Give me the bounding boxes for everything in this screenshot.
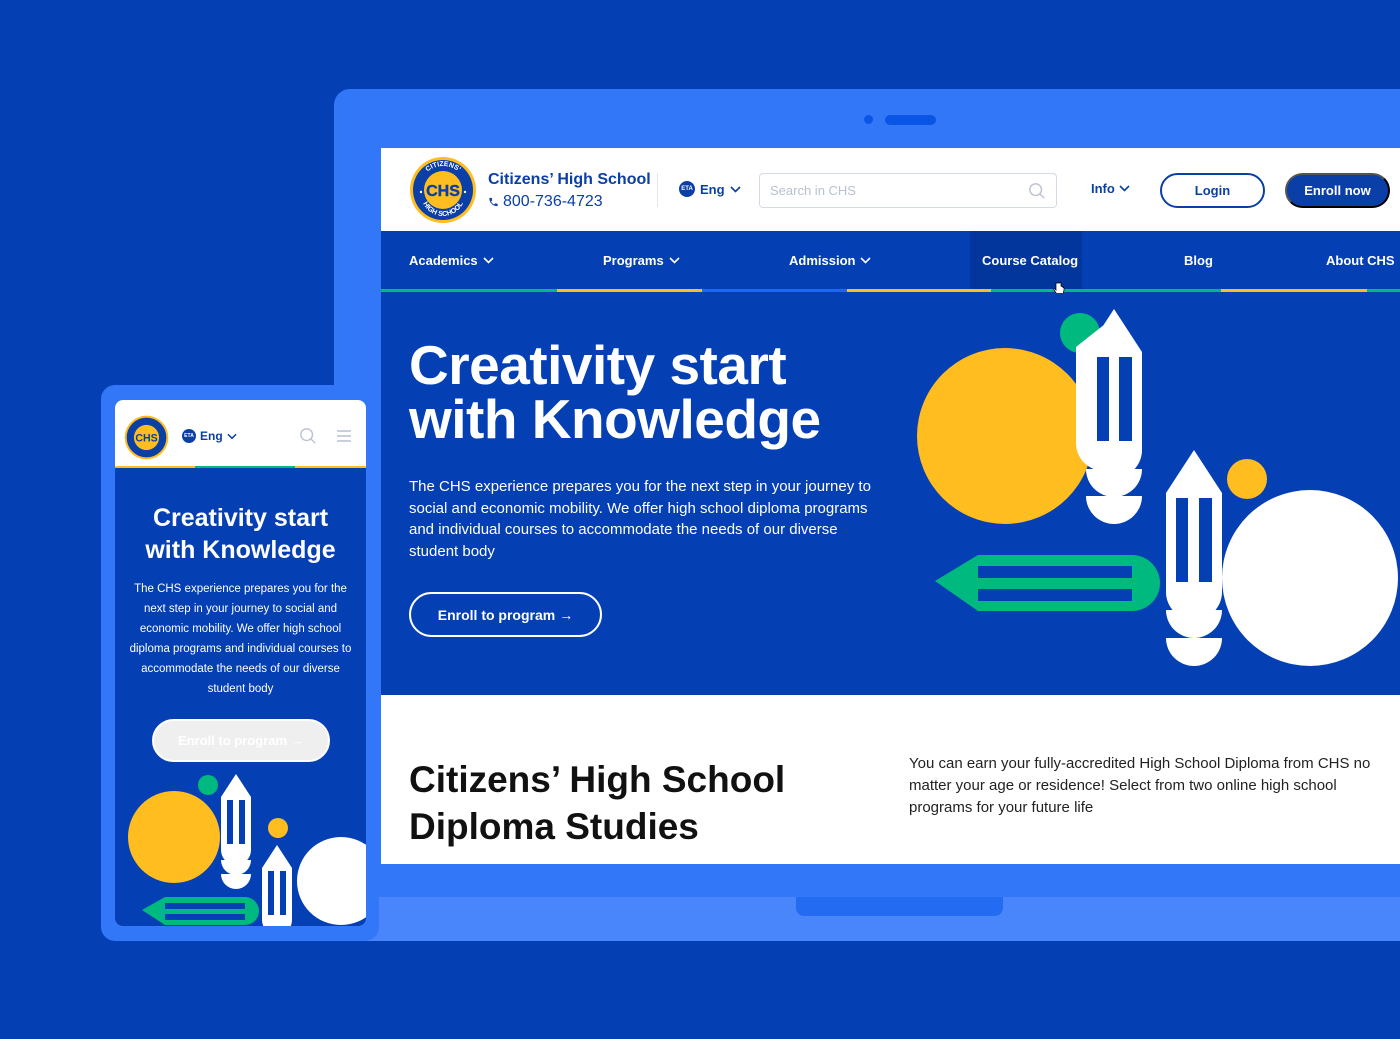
chs-logo[interactable]: CHS [124, 415, 169, 460]
studies-description: You can earn your fully-accredited High … [909, 755, 1371, 816]
camera-sensor-bar [885, 115, 936, 125]
mobile-header: CHS ETA Eng [115, 400, 366, 468]
globe-icon: ETA [182, 429, 196, 443]
nav-accent-line [702, 289, 847, 292]
header-accent-line [295, 466, 366, 468]
nav-blog[interactable]: Blog [1184, 231, 1213, 290]
language-selector[interactable]: ETA Eng [679, 181, 741, 197]
hero-title-line1: Creativity start [152, 504, 329, 532]
hero-section: Creativity start with Knowledge The CHS … [381, 293, 1400, 695]
search-input[interactable] [770, 183, 1028, 198]
hamburger-icon[interactable] [337, 430, 351, 442]
camera-icon [864, 115, 873, 124]
chs-logo[interactable]: CITIZENS' HIGH SCHOOL CHS [409, 156, 477, 224]
info-dropdown[interactable]: Info [1091, 181, 1130, 196]
site-header: CITIZENS' HIGH SCHOOL CHS Citizens’ High… [381, 148, 1400, 231]
chevron-down-icon [729, 185, 741, 193]
chevron-down-icon [669, 257, 680, 264]
hero-description: The CHS experience prepares you for the … [409, 478, 871, 561]
yellow-circle [917, 348, 1093, 524]
cta-label: Enroll to program [177, 733, 288, 748]
enroll-now-button[interactable]: Enroll now [1285, 173, 1390, 208]
green-dot [198, 775, 218, 795]
main-nav: Academics Programs Admission Course Cata… [381, 231, 1400, 295]
yellow-circle [128, 791, 220, 883]
search-icon[interactable] [1028, 182, 1046, 200]
studies-title-line2: Diploma Studies [409, 806, 699, 847]
nav-accent-line [991, 289, 1221, 292]
nav-accent-line [847, 289, 991, 292]
globe-icon: ETA [679, 181, 695, 197]
login-button[interactable]: Login [1160, 173, 1265, 208]
brand-name[interactable]: Citizens’ High School [488, 171, 651, 189]
language-label: Eng [200, 429, 223, 443]
laptop-notch [796, 897, 1003, 916]
white-circle [297, 837, 366, 925]
nav-admission[interactable]: Admission [789, 231, 872, 290]
nav-academics[interactable]: Academics [409, 231, 494, 290]
hero-title-line2: with Knowledge [145, 536, 336, 564]
small-yellow-dot [1227, 459, 1267, 499]
info-label: Info [1091, 181, 1115, 196]
search-icon[interactable] [299, 427, 317, 445]
header-divider [657, 173, 658, 207]
language-selector[interactable]: ETA Eng [182, 429, 237, 443]
chevron-down-icon [227, 433, 237, 439]
white-circle [1222, 490, 1398, 666]
mobile-enroll-to-program-button[interactable]: Enroll to program → [152, 719, 330, 762]
header-accent-line [195, 466, 295, 468]
nav-label: About CHS [1326, 253, 1395, 268]
arrow-right-icon: → [559, 606, 574, 623]
nav-about[interactable]: About CHS [1326, 231, 1395, 290]
nav-accent-line [557, 289, 702, 292]
nav-label: Admission [789, 253, 856, 268]
nav-programs[interactable]: Programs [603, 231, 680, 290]
mobile-hero-illustration [128, 774, 366, 926]
phone-link[interactable]: 800-736-4723 [488, 193, 603, 211]
mobile-screen: CHS ETA Eng Creativity start with Knowle… [115, 400, 366, 926]
pencil-bottom [262, 845, 292, 926]
nav-accent-line [1367, 289, 1400, 292]
pencil-green [142, 897, 259, 925]
logo-center-text: CHS [426, 183, 460, 200]
nav-label: Academics [409, 253, 478, 268]
chevron-down-icon [483, 257, 494, 264]
phone-icon [489, 197, 498, 207]
header-accent-line [115, 466, 195, 468]
pencil-top [1076, 309, 1142, 524]
pencil-green [935, 555, 1160, 611]
pencil-bottom [1166, 450, 1222, 666]
nav-label: Blog [1184, 253, 1213, 268]
desktop-screen: CITIZENS' HIGH SCHOOL CHS Citizens’ High… [381, 148, 1400, 864]
nav-accent-line [1221, 289, 1367, 292]
search-box [759, 173, 1057, 208]
nav-accent-line [381, 289, 557, 292]
small-yellow-dot [268, 818, 288, 838]
chevron-down-icon [1119, 185, 1130, 192]
hero-illustration [917, 309, 1398, 666]
studies-title: Citizens’ High School Diploma Studies [409, 756, 829, 850]
studies-title-line1: Citizens’ High School [409, 759, 786, 800]
language-label: Eng [700, 181, 725, 197]
logo-center-text: CHS [135, 432, 157, 444]
chevron-down-icon [860, 257, 872, 264]
hero-title-line1: Creativity start [409, 334, 787, 396]
mobile-hero-description: The CHS experience prepares you for the … [129, 583, 352, 695]
cta-label: Enroll to program [437, 606, 556, 623]
nav-label: Programs [603, 253, 664, 268]
hero-title: Creativity start with Knowledge [409, 338, 889, 447]
hero-title-line2: with Knowledge [409, 388, 821, 450]
phone-number: 800-736-4723 [503, 193, 603, 210]
nav-label: Course Catalog [982, 253, 1079, 268]
nav-course-catalog[interactable]: Course Catalog [970, 231, 1082, 290]
pencil-top [221, 774, 251, 889]
mobile-hero-title: Creativity start with Knowledge [115, 502, 366, 566]
arrow-right-icon: → [291, 733, 305, 748]
enroll-to-program-button[interactable]: Enroll to program → [409, 592, 602, 637]
